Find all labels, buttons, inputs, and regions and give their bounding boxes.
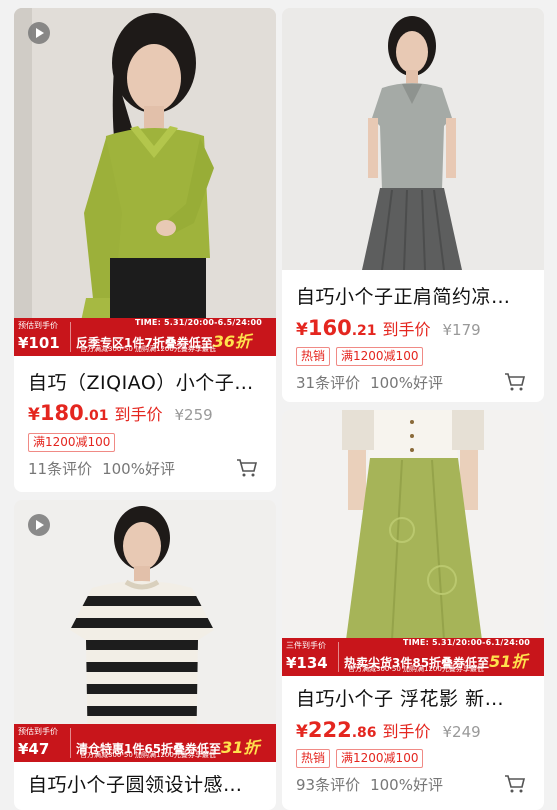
review-summary: 31条评价 100%好评 [296, 372, 443, 393]
product-title[interactable]: 自巧小个子正肩简约凉… [296, 282, 532, 309]
review-count: 93条评价 [296, 776, 361, 794]
price-currency: ¥ [28, 405, 40, 425]
banner-subtext: 官方满减300-50 加购满1200元叠券享最低 [348, 665, 484, 673]
product-image[interactable] [282, 8, 544, 270]
banner-price: ¥101 [18, 334, 60, 352]
banner-divider [338, 642, 339, 672]
review-count: 31条评价 [296, 374, 361, 392]
product-title[interactable]: 自巧小个子圆领设计感… [28, 770, 264, 797]
cart-icon[interactable] [504, 372, 526, 392]
banner-divider [70, 322, 71, 352]
product-card[interactable]: 自巧小个子正肩简约凉… ¥ 160 .21 到手价 ¥179 热销 满1200减… [282, 8, 544, 402]
banner-discount: 31折 [221, 738, 260, 757]
tag-list: 热销 满1200减100 [296, 749, 424, 768]
hot-tag: 热销 [296, 347, 331, 366]
rating: 100%好评 [370, 374, 443, 392]
promo-banner: 预估到手价 ¥101 TIME: 5.31/20:00-6.5/24:00 反季… [14, 318, 276, 356]
price-row: ¥ 222 .86 到手价 ¥249 [296, 718, 481, 742]
banner-discount: 36折 [212, 332, 251, 351]
play-icon[interactable] [28, 514, 50, 536]
banner-discount: 51折 [489, 652, 528, 671]
product-image[interactable] [14, 500, 276, 762]
original-price: ¥259 [174, 406, 213, 424]
price-row: ¥ 180 .01 到手价 ¥259 [28, 401, 213, 425]
banner-price-label: 三件到手价 [286, 641, 326, 650]
price-integer: 180 [39, 401, 84, 425]
price-label: 到手价 [382, 320, 431, 339]
banner-subtext: 官方满减300-50 加购满1200元叠券享最低 [80, 751, 216, 759]
promo-banner: 三件到手价 ¥134 TIME: 5.31/20:00-6.1/24:00 热卖… [282, 638, 544, 676]
price-decimal: .01 [83, 408, 109, 424]
product-title[interactable]: 自巧（ZIQIAO）小个子… [28, 368, 264, 395]
original-price: ¥249 [442, 723, 481, 741]
banner-price: ¥134 [286, 654, 328, 672]
tag-list: 热销 满1200减100 [296, 347, 424, 366]
promo-tag: 满1200减100 [336, 749, 424, 768]
banner-price-label: 预估到手价 [18, 321, 58, 330]
rating: 100%好评 [102, 460, 175, 478]
cart-icon[interactable] [236, 458, 258, 478]
price-label: 到手价 [382, 722, 431, 741]
product-photo [14, 500, 276, 762]
product-title[interactable]: 自巧小个子 浮花影 新… [296, 684, 532, 711]
review-summary: 93条评价 100%好评 [296, 774, 443, 795]
price-integer: 222 [307, 718, 352, 742]
price-currency: ¥ [296, 722, 308, 742]
price-decimal: .86 [351, 725, 377, 741]
banner-time: TIME: 5.31/20:00-6.1/24:00 [402, 638, 530, 647]
price-label: 到手价 [114, 405, 163, 424]
promo-banner: 预估到手价 ¥47 清仓特惠1件65折叠券低至31折 官方满减300-50 加购… [14, 724, 276, 762]
product-photo [14, 8, 276, 356]
cart-icon[interactable] [504, 774, 526, 794]
product-photo [282, 8, 544, 270]
price-decimal: .21 [351, 323, 377, 339]
product-card[interactable]: 三件到手价 ¥134 TIME: 5.31/20:00-6.1/24:00 热卖… [282, 410, 544, 810]
play-icon[interactable] [28, 22, 50, 44]
review-count: 11条评价 [28, 460, 93, 478]
banner-time: TIME: 5.31/20:00-6.5/24:00 [134, 318, 262, 327]
price-currency: ¥ [296, 320, 308, 340]
product-card[interactable]: 预估到手价 ¥47 清仓特惠1件65折叠券低至31折 官方满减300-50 加购… [14, 500, 276, 810]
promo-tag: 满1200减100 [336, 347, 424, 366]
product-image[interactable] [282, 410, 544, 672]
price-row: ¥ 160 .21 到手价 ¥179 [296, 316, 481, 340]
tag-list: 满1200减100 [28, 433, 116, 452]
product-card[interactable]: 预估到手价 ¥101 TIME: 5.31/20:00-6.5/24:00 反季… [14, 8, 276, 492]
promo-tag: 满1200减100 [28, 433, 116, 452]
price-integer: 160 [307, 316, 352, 340]
product-image[interactable] [14, 8, 276, 356]
banner-price-label: 预估到手价 [18, 727, 58, 736]
rating: 100%好评 [370, 776, 443, 794]
original-price: ¥179 [442, 321, 481, 339]
banner-subtext: 官方满减300-50 加购满1200元叠券享最低 [80, 345, 216, 353]
banner-price: ¥47 [18, 740, 50, 758]
hot-tag: 热销 [296, 749, 331, 768]
product-photo [282, 410, 544, 672]
banner-divider [70, 728, 71, 758]
review-summary: 11条评价 100%好评 [28, 458, 175, 479]
